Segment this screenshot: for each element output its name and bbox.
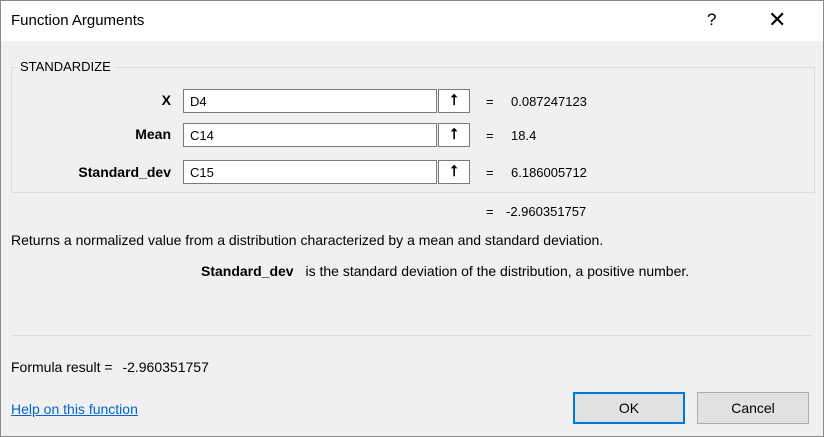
arg-input-x[interactable]: D4 [183, 89, 437, 113]
function-description: Returns a normalized value from a distri… [11, 232, 604, 248]
argument-help-name: Standard_dev [201, 263, 294, 279]
help-icon[interactable]: ? [707, 10, 716, 30]
cancel-button[interactable]: Cancel [697, 392, 809, 424]
function-arguments-dialog: Function Arguments ? ✕ STANDARDIZE X D4 … [0, 0, 824, 437]
arg-result-standard-dev: 6.186005712 [511, 165, 587, 180]
title-bar: Function Arguments ? ✕ [1, 1, 823, 41]
arg-equals: = [486, 165, 494, 180]
arg-label-mean: Mean [135, 126, 171, 142]
arg-label-x: X [161, 92, 171, 108]
arg-input-mean[interactable]: C14 [183, 123, 437, 147]
arg-equals: = [486, 128, 494, 143]
dialog-title: Function Arguments [11, 12, 145, 29]
arg-result-x: 0.087247123 [511, 94, 587, 109]
function-name: STANDARDIZE [17, 59, 114, 74]
separator [11, 335, 813, 336]
argument-help-text: is the standard deviation of the distrib… [305, 263, 690, 279]
overall-equals: = [486, 204, 494, 219]
arg-label-standard-dev: Standard_dev [78, 164, 171, 180]
help-link[interactable]: Help on this function [11, 401, 138, 417]
formula-result-value: -2.960351757 [122, 359, 209, 375]
close-icon[interactable]: ✕ [768, 7, 786, 33]
collapse-dialog-icon[interactable]: ⭡ [438, 89, 470, 113]
overall-result: -2.960351757 [506, 204, 587, 219]
arg-equals: = [486, 94, 494, 109]
arg-input-standard-dev[interactable]: C15 [183, 160, 437, 184]
collapse-dialog-icon[interactable]: ⭡ [438, 123, 470, 147]
collapse-dialog-icon[interactable]: ⭡ [438, 160, 470, 184]
arg-result-mean: 18.4 [511, 128, 537, 143]
formula-result: Formula result = -2.960351757 [11, 359, 209, 375]
argument-help: Standard_dev is the standard deviation o… [201, 263, 689, 279]
ok-button[interactable]: OK [573, 392, 685, 424]
formula-result-label: Formula result = [11, 359, 113, 375]
